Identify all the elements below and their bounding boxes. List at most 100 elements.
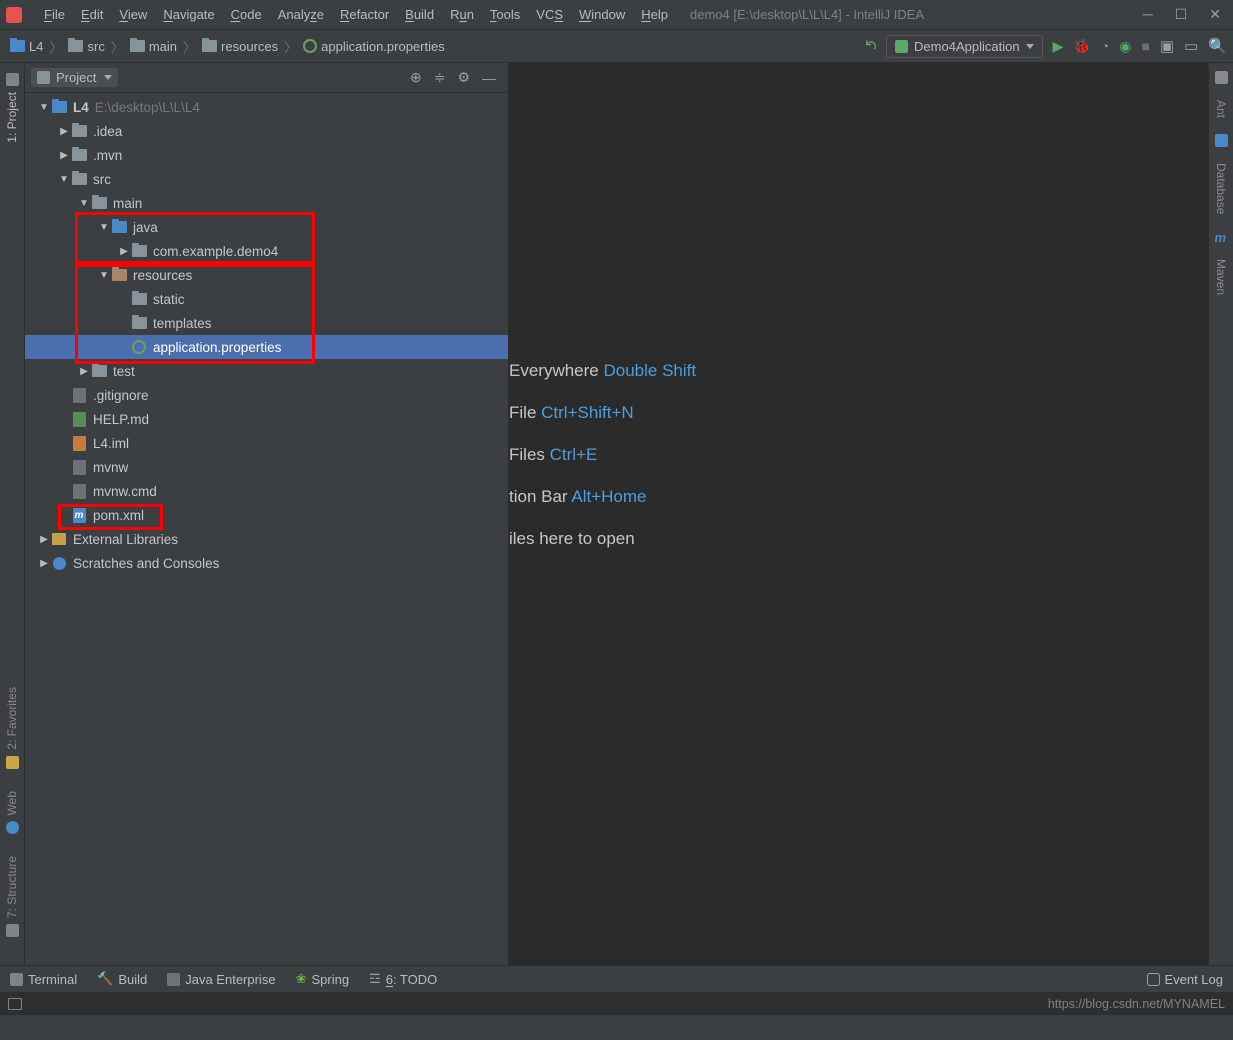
tree-package[interactable]: com.example.demo4 <box>25 239 508 263</box>
main-toolbar: L4 〉 src 〉 main 〉 resources 〉 applicatio… <box>0 30 1233 63</box>
run-config-label: Demo4Application <box>914 39 1020 54</box>
tab-spring[interactable]: ❀Spring <box>296 971 349 987</box>
ant-icon <box>1215 71 1228 84</box>
event-log[interactable]: Event Log <box>1147 972 1223 987</box>
tree-main[interactable]: main <box>25 191 508 215</box>
project-panel-title: Project <box>56 70 96 85</box>
welcome-hints: Everywhere Double Shift File Ctrl+Shift+… <box>509 361 696 571</box>
tree-mvn[interactable]: .mvn <box>25 143 508 167</box>
stop-button[interactable]: ■ <box>1141 38 1149 54</box>
crumb-appprops[interactable]: application.properties <box>299 37 449 56</box>
build-icon[interactable]: ↶ <box>858 34 882 58</box>
tab-structure[interactable]: 7: Structure <box>5 856 19 918</box>
tree-test[interactable]: test <box>25 359 508 383</box>
folder-icon <box>92 197 107 209</box>
tab-database[interactable]: Database <box>1214 163 1228 214</box>
tree-external-libs[interactable]: External Libraries <box>25 527 508 551</box>
folder-icon <box>72 125 87 137</box>
menu-window[interactable]: Window <box>571 7 633 22</box>
run-configuration-selector[interactable]: Demo4Application <box>886 35 1043 58</box>
tab-maven[interactable]: Maven <box>1214 259 1228 295</box>
debug-button[interactable]: 🐞 <box>1073 38 1090 55</box>
collapse-icon[interactable]: ≑ <box>428 69 452 86</box>
status-icon[interactable] <box>8 998 22 1010</box>
folder-icon <box>132 293 147 305</box>
menu-analyze[interactable]: Analyze <box>270 7 332 22</box>
hide-icon[interactable]: — <box>476 70 502 86</box>
tab-build[interactable]: 🔨Build <box>97 971 147 987</box>
tree-mvnwcmd[interactable]: mvnw.cmd <box>25 479 508 503</box>
window-title: demo4 [E:\desktop\L\L\L4] - IntelliJ IDE… <box>690 7 1143 22</box>
markdown-icon <box>73 412 86 427</box>
project-structure-icon[interactable]: ▭ <box>1184 37 1198 55</box>
tab-todo[interactable]: ☲6: TODO <box>369 971 437 987</box>
tree-src[interactable]: src <box>25 167 508 191</box>
locate-icon[interactable]: ⊕ <box>404 69 428 86</box>
menu-help[interactable]: Help <box>633 7 676 22</box>
tree-templates[interactable]: templates <box>25 311 508 335</box>
menu-refactor[interactable]: Refactor <box>332 7 397 22</box>
tab-web[interactable]: Web <box>5 791 19 815</box>
scratches-icon <box>53 557 66 570</box>
menu-view[interactable]: View <box>111 7 155 22</box>
tree-help[interactable]: HELP.md <box>25 407 508 431</box>
tree-resources[interactable]: resources <box>25 263 508 287</box>
folder-icon <box>92 365 107 377</box>
tree-iml[interactable]: L4.iml <box>25 431 508 455</box>
editor-area[interactable]: Everywhere Double Shift File Ctrl+Shift+… <box>509 63 1208 965</box>
tree-java[interactable]: java <box>25 215 508 239</box>
project-icon <box>37 71 50 84</box>
maven-icon: m <box>73 508 86 523</box>
project-panel-header: Project ⊕ ≑ ⚙ — <box>25 63 508 93</box>
coverage-button[interactable]: ◔ <box>1101 38 1109 54</box>
menu-tools[interactable]: Tools <box>482 7 528 22</box>
event-log-icon <box>1147 973 1160 986</box>
folder-icon <box>72 173 87 185</box>
menu-vcs[interactable]: VCS <box>528 7 571 22</box>
properties-icon <box>132 340 146 354</box>
menu-edit[interactable]: Edit <box>73 7 111 22</box>
run-button[interactable]: ▶ <box>1053 38 1064 55</box>
menu-file[interactable]: File <box>36 7 73 22</box>
crumb-resources[interactable]: resources <box>198 37 282 56</box>
menu-code[interactable]: Code <box>223 7 270 22</box>
right-tool-strip: Ant Database m Maven <box>1208 63 1233 965</box>
search-icon[interactable]: 🔍 <box>1208 37 1227 55</box>
tree-mvnw[interactable]: mvnw <box>25 455 508 479</box>
maximize-button[interactable]: ☐ <box>1175 6 1188 23</box>
tree-pom[interactable]: mpom.xml <box>25 503 508 527</box>
menu-run[interactable]: Run <box>442 7 482 22</box>
module-icon <box>52 101 67 113</box>
tab-java-enterprise[interactable]: Java Enterprise <box>167 972 275 987</box>
vcs-update-icon[interactable]: ▣ <box>1160 37 1174 55</box>
tree-idea[interactable]: .idea <box>25 119 508 143</box>
crumb-main[interactable]: main <box>126 37 181 56</box>
tree-static[interactable]: static <box>25 287 508 311</box>
close-button[interactable]: ✕ <box>1209 6 1221 23</box>
tree-gitignore[interactable]: .gitignore <box>25 383 508 407</box>
status-url: https://blog.csdn.net/MYNAMEL <box>1048 997 1225 1011</box>
tree-appprops[interactable]: application.properties <box>25 335 508 359</box>
crumb-l4[interactable]: L4 <box>6 37 47 56</box>
settings-icon[interactable]: ⚙ <box>451 69 476 86</box>
tree-scratches[interactable]: Scratches and Consoles <box>25 551 508 575</box>
file-icon <box>73 484 86 499</box>
project-tree[interactable]: L4E:\desktop\L\L\L4 .idea .mvn src main … <box>25 93 508 965</box>
tree-root[interactable]: L4E:\desktop\L\L\L4 <box>25 95 508 119</box>
library-icon <box>52 533 66 545</box>
breadcrumb: L4 〉 src 〉 main 〉 resources 〉 applicatio… <box>6 37 449 56</box>
minimize-button[interactable]: ─ <box>1143 6 1153 23</box>
source-folder-icon <box>112 221 127 233</box>
title-bar: File Edit View Navigate Code Analyze Ref… <box>0 0 1233 30</box>
tab-project[interactable]: 1: Project <box>5 92 19 143</box>
crumb-src[interactable]: src <box>64 37 108 56</box>
profile-button[interactable]: ◉ <box>1119 38 1131 55</box>
project-view-selector[interactable]: Project <box>31 68 118 87</box>
tab-ant[interactable]: Ant <box>1214 100 1228 118</box>
tab-terminal[interactable]: Terminal <box>10 972 77 987</box>
file-icon <box>73 388 86 403</box>
menu-build[interactable]: Build <box>397 7 442 22</box>
menu-navigate[interactable]: Navigate <box>155 7 222 22</box>
tab-favorites[interactable]: 2: Favorites <box>5 687 19 750</box>
resources-folder-icon <box>112 269 127 281</box>
